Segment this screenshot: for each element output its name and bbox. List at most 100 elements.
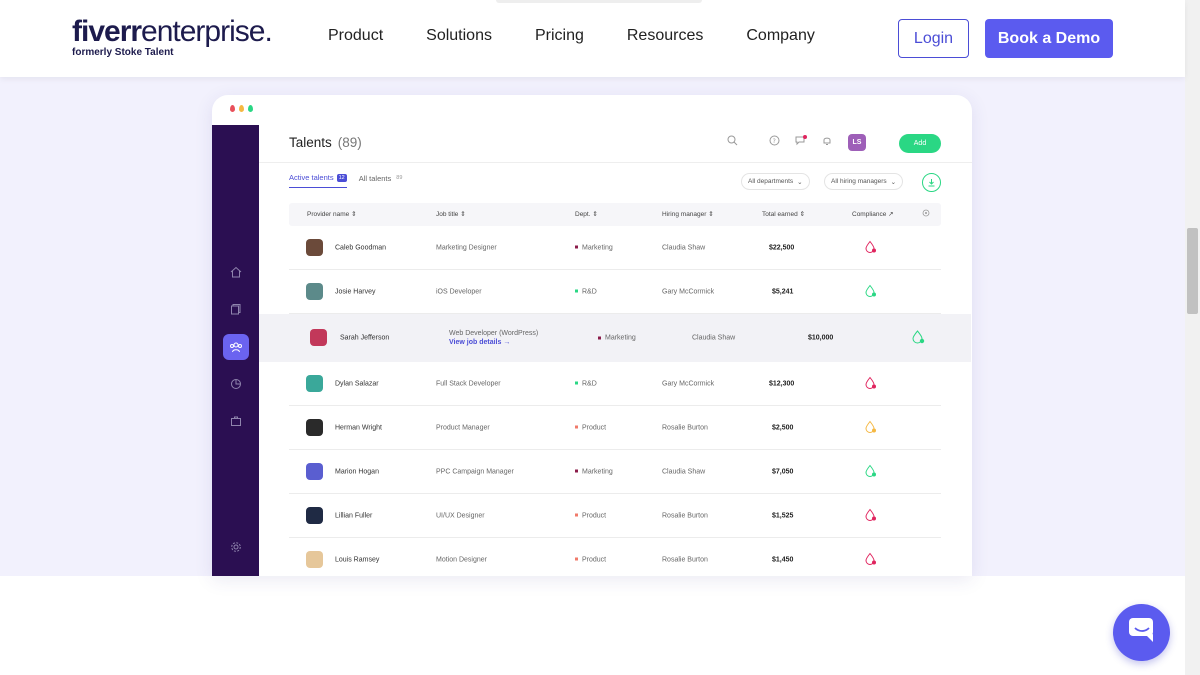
col-hiring-manager[interactable]: Hiring manager ⇕: [662, 210, 714, 218]
dept: R&D: [575, 288, 597, 295]
hiring-manager: Rosalie Burton: [662, 556, 708, 563]
table-header: Provider name ⇕ Job title ⇕ Dept. ⇕ Hiri…: [289, 203, 941, 226]
nav-resources[interactable]: Resources: [627, 27, 703, 45]
compliance-icon[interactable]: [865, 376, 877, 391]
dept-dot: [575, 557, 578, 561]
provider-name: Lillian Fuller: [335, 512, 373, 519]
add-button[interactable]: Add: [899, 134, 941, 153]
chevron-down-icon: ⌄: [890, 178, 897, 186]
dept: Marketing: [598, 335, 636, 342]
hiring-manager: Rosalie Burton: [662, 512, 708, 519]
login-button[interactable]: Login: [898, 19, 969, 58]
chat-widget-button[interactable]: [1113, 604, 1170, 661]
col-job-title[interactable]: Job title ⇕: [436, 210, 466, 218]
department-filter[interactable]: All departments ⌄: [741, 173, 810, 190]
logo-brand: fiverr: [72, 15, 142, 48]
tab-active-talents[interactable]: Active talents 12: [289, 173, 347, 188]
col-total-earned[interactable]: Total earned ⇕: [762, 210, 805, 218]
avatar: [306, 375, 323, 392]
table-row[interactable]: Louis Ramsey Motion Designer Product Ros…: [289, 538, 941, 576]
hiring-manager-filter[interactable]: All hiring managers ⌄: [824, 173, 904, 190]
nav-solutions[interactable]: Solutions: [426, 27, 492, 45]
dept: Product: [575, 512, 606, 519]
user-avatar[interactable]: LS: [848, 134, 866, 151]
reports-icon[interactable]: [223, 371, 249, 397]
nav-pricing[interactable]: Pricing: [535, 27, 584, 45]
view-job-details-link[interactable]: View job details →: [449, 339, 538, 346]
dept-label: Product: [582, 556, 607, 563]
compliance-icon[interactable]: [865, 552, 877, 567]
search-icon[interactable]: [727, 135, 738, 149]
col-label: Total earned: [762, 211, 798, 218]
provider-name: Josie Harvey: [335, 288, 376, 295]
col-provider-name[interactable]: Provider name ⇕: [307, 210, 357, 218]
table-row[interactable]: Dylan Salazar Full Stack Developer R&D G…: [289, 362, 941, 406]
total-earned: $5,241: [772, 288, 794, 295]
talents-icon[interactable]: [223, 334, 249, 360]
tab-label: Active talents: [289, 173, 334, 182]
compliance-icon[interactable]: [865, 508, 877, 523]
job-title: UI/UX Designer: [436, 512, 485, 519]
table-row[interactable]: Marion Hogan PPC Campaign Manager Market…: [289, 450, 941, 494]
dept-dot: [598, 336, 601, 340]
hiring-manager: Claudia Shaw: [662, 244, 706, 251]
tab-all-talents[interactable]: All talents 89: [359, 173, 405, 188]
compliance-icon[interactable]: [912, 330, 925, 346]
download-button[interactable]: [922, 173, 941, 192]
job-title: Product Manager: [436, 424, 490, 431]
settings-icon[interactable]: [223, 534, 249, 560]
col-dept[interactable]: Dept. ⇕: [575, 210, 598, 218]
total-earned: $12,300: [769, 380, 795, 387]
top-scroll-indicator: [496, 0, 702, 3]
logo-subtitle: formerly Stoke Talent: [72, 47, 174, 58]
table-row[interactable]: Herman Wright Product Manager Product Ro…: [289, 406, 941, 450]
job-title: Motion Designer: [436, 556, 487, 563]
provider-name: Louis Ramsey: [335, 556, 380, 563]
table-row[interactable]: Caleb Goodman Marketing Designer Marketi…: [289, 226, 941, 270]
provider-name: Caleb Goodman: [335, 244, 386, 251]
page-scrollbar[interactable]: [1185, 0, 1200, 675]
book-demo-button[interactable]: Book a Demo: [985, 19, 1113, 58]
col-label: Job title: [436, 211, 459, 218]
window-dot-green: [248, 105, 253, 112]
avatar: [306, 507, 323, 524]
chat-icon[interactable]: [795, 135, 807, 149]
table-row-highlighted[interactable]: Sarah Jefferson Web Developer (WordPress…: [259, 314, 971, 362]
compliance-icon[interactable]: [865, 240, 877, 255]
bell-icon[interactable]: [822, 135, 832, 149]
col-label: Provider name: [307, 211, 350, 218]
help-icon[interactable]: ?: [769, 135, 780, 149]
compliance-icon[interactable]: [865, 284, 877, 299]
dept-label: Product: [582, 424, 607, 431]
avatar: [306, 551, 323, 568]
chevron-down-icon: ⌄: [797, 178, 803, 186]
documents-icon[interactable]: [223, 296, 249, 322]
page-title: Talents (89): [289, 135, 362, 150]
avatar: [306, 239, 323, 256]
dept-dot: [575, 513, 578, 517]
page-scrollbar-thumb[interactable]: [1187, 228, 1198, 314]
table-row[interactable]: Lillian Fuller UI/UX Designer Product Ro…: [289, 494, 941, 538]
provider-name: Herman Wright: [335, 424, 382, 431]
compliance-icon[interactable]: [865, 420, 877, 435]
nav-product[interactable]: Product: [328, 27, 383, 45]
dept: Product: [575, 556, 606, 563]
col-label: Hiring manager: [662, 211, 707, 218]
compliance-icon[interactable]: [865, 464, 877, 479]
nav-company[interactable]: Company: [746, 27, 814, 45]
briefcase-icon[interactable]: [223, 408, 249, 434]
col-compliance[interactable]: Compliance ↗: [852, 210, 894, 218]
tab-badge: 12: [336, 173, 347, 182]
provider-name: Dylan Salazar: [335, 380, 379, 387]
total-earned: $1,450: [772, 556, 794, 563]
home-icon[interactable]: [223, 259, 249, 285]
avatar: [306, 463, 323, 480]
dept-label: Marketing: [582, 244, 613, 251]
avatar: [306, 283, 323, 300]
logo[interactable]: fiverrenterprise. formerly Stoke Talent: [72, 15, 273, 59]
site-header: fiverrenterprise. formerly Stoke Talent …: [0, 0, 1185, 77]
total-earned: $10,000: [808, 334, 834, 342]
column-settings-icon[interactable]: [922, 209, 930, 219]
job-title-text: Web Developer (WordPress): [449, 330, 539, 337]
table-row[interactable]: Josie Harvey iOS Developer R&D Gary McCo…: [289, 270, 941, 314]
